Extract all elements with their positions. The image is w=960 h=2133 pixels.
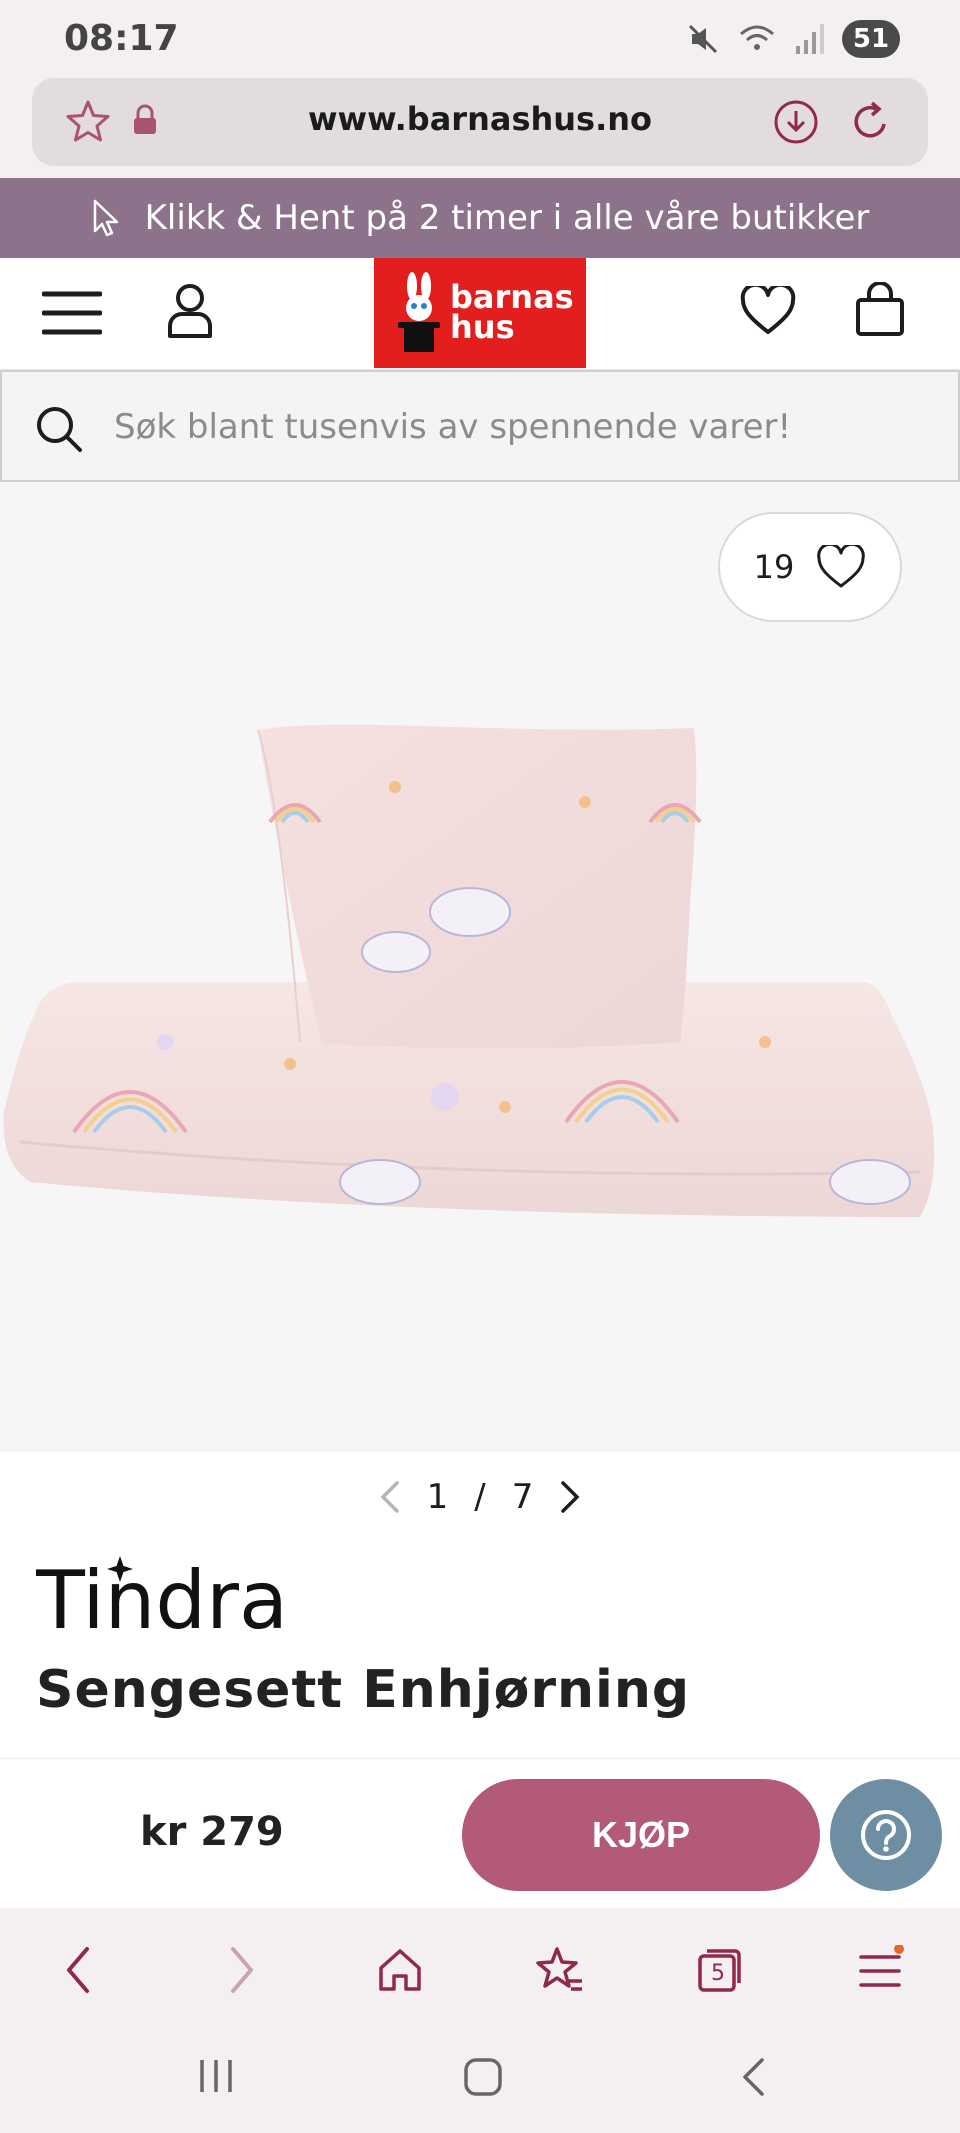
buy-button[interactable]: KJØP	[462, 1779, 820, 1891]
tab-count: 5	[711, 1960, 725, 1986]
rabbit-in-hat-icon	[398, 272, 440, 352]
tabs-icon: 5	[697, 1947, 743, 1993]
home-icon	[379, 1949, 421, 1991]
next-image-icon[interactable]	[559, 1479, 583, 1515]
brand-logo-tindra[interactable]: Tindra	[36, 1548, 416, 1648]
system-navigation-bar	[0, 2028, 960, 2133]
bookmarks-star-icon	[536, 1947, 582, 1991]
barnashus-logo[interactable]: barnas hus	[374, 258, 586, 368]
pager-current: 1	[426, 1477, 449, 1517]
product-price: kr 279	[140, 1809, 284, 1855]
signal-icon	[796, 24, 824, 54]
help-button[interactable]	[830, 1779, 942, 1891]
previous-image-icon[interactable]	[377, 1479, 401, 1515]
status-bar: 08:17 51	[0, 0, 960, 78]
status-icons: 51	[686, 18, 900, 60]
system-back-icon[interactable]	[738, 2056, 768, 2098]
reload-icon[interactable]	[846, 98, 894, 146]
status-time: 08:17	[64, 18, 179, 59]
user-account-icon[interactable]	[166, 282, 214, 340]
browser-bookmarks-button[interactable]	[530, 1940, 590, 2000]
shopping-bag-icon[interactable]	[854, 282, 906, 338]
wifi-icon	[740, 25, 774, 50]
pager-separator: /	[474, 1477, 486, 1517]
logo-text: barnas hus	[450, 281, 574, 346]
logo-line-2: hus	[450, 308, 515, 346]
battery-indicator: 51	[842, 20, 900, 58]
browser-menu-button[interactable]	[850, 1940, 910, 2000]
home-system-icon[interactable]	[462, 2056, 504, 2098]
promo-banner[interactable]: Klikk & Hent på 2 timer i alle våre buti…	[0, 178, 960, 258]
browser-home-button[interactable]	[370, 1940, 430, 2000]
forward-arrow-icon	[231, 1947, 253, 1993]
cursor-icon	[93, 199, 118, 237]
browser-tabs-button[interactable]: 5	[690, 1940, 750, 2000]
download-icon[interactable]	[772, 98, 820, 146]
browser-forward-button[interactable]	[212, 1940, 272, 2000]
browser-bottom-nav: 5	[0, 1908, 960, 2028]
mute-icon	[688, 24, 718, 54]
search-input[interactable]	[114, 402, 934, 452]
buy-bar: kr 279 KJØP	[0, 1758, 960, 1908]
pager-total: 7	[511, 1477, 534, 1517]
product-image-gallery[interactable]: 19	[0, 482, 960, 1452]
search-bar[interactable]	[0, 370, 960, 482]
menu-icon[interactable]	[42, 288, 102, 338]
promo-text: Klikk & Hent på 2 timer i alle våre buti…	[144, 198, 870, 238]
site-header: barnas hus	[0, 258, 960, 370]
product-image-bedding	[3, 724, 935, 1217]
product-title: Sengesett Enhjørning	[36, 1660, 691, 1720]
back-arrow-icon	[67, 1947, 89, 1993]
browser-toolbar: www.barnashus.no	[0, 78, 960, 178]
search-icon[interactable]	[34, 404, 84, 454]
browser-back-button[interactable]	[48, 1940, 108, 2000]
image-pager: 1 / 7	[0, 1452, 960, 1542]
browser-menu-icon	[859, 1945, 904, 1987]
address-bar[interactable]: www.barnashus.no	[32, 78, 928, 166]
brand-name: Tindra	[36, 1554, 288, 1647]
recent-apps-icon[interactable]	[196, 2056, 236, 2096]
wishlist-heart-icon[interactable]	[740, 286, 796, 336]
help-question-icon	[861, 1810, 911, 1860]
